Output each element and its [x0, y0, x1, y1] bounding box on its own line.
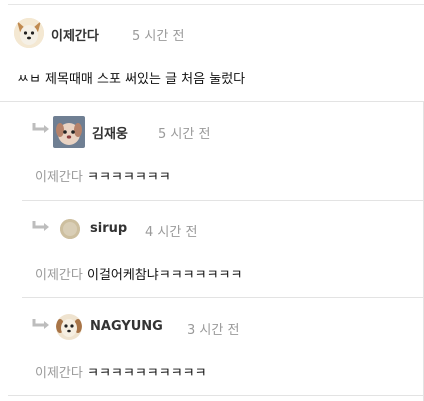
avatar[interactable]	[53, 116, 85, 148]
dog-avatar-icon	[14, 18, 44, 48]
reply-arrow-icon	[32, 123, 49, 133]
reply-author[interactable]: NAGYUNG	[90, 319, 163, 334]
reply-mention[interactable]: 이제간다	[35, 170, 83, 185]
avatar[interactable]	[60, 219, 80, 239]
round-avatar-icon	[60, 219, 80, 239]
post-divider	[0, 101, 424, 102]
reply-text: ㅋㅋㅋㅋㅋㅋㅋ	[86, 170, 171, 185]
reply-divider	[8, 395, 424, 396]
avatar[interactable]	[56, 314, 82, 340]
reply-time: 4 시간 전	[145, 225, 198, 240]
post-author[interactable]: 이제간다	[51, 25, 99, 44]
reply-divider	[22, 297, 424, 298]
reply-arrow-icon	[32, 221, 49, 231]
reply-body: 이제간다 이걸어케참냐ㅋㅋㅋㅋㅋㅋㅋ	[35, 264, 242, 283]
reply-arrow-icon	[32, 319, 49, 329]
reply-mention[interactable]: 이제간다	[35, 268, 83, 283]
reply-text: 이걸어케참냐ㅋㅋㅋㅋㅋㅋㅋ	[86, 268, 243, 283]
post-text: ㅆㅂ 제목때매 스포 써있는 글 처음 눌렀다	[17, 72, 246, 87]
reply-text: ㅋㅋㅋㅋㅋㅋㅋㅋㅋㅋ	[86, 366, 207, 381]
dog-photo-avatar-icon	[53, 116, 85, 148]
reply-body: 이제간다 ㅋㅋㅋㅋㅋㅋㅋ	[35, 166, 171, 185]
reply-author[interactable]: 김재웅	[92, 123, 128, 142]
reply-divider	[22, 200, 424, 201]
top-border	[8, 4, 424, 5]
puppy-avatar-icon	[56, 314, 82, 340]
reply-author[interactable]: sirup	[90, 221, 127, 236]
reply-mention[interactable]: 이제간다	[35, 366, 83, 381]
post-time: 5 시간 전	[132, 29, 185, 44]
avatar[interactable]	[14, 18, 44, 48]
reply-time: 3 시간 전	[187, 323, 240, 338]
reply-time: 5 시간 전	[158, 127, 211, 142]
reply-body: 이제간다 ㅋㅋㅋㅋㅋㅋㅋㅋㅋㅋ	[35, 362, 207, 381]
